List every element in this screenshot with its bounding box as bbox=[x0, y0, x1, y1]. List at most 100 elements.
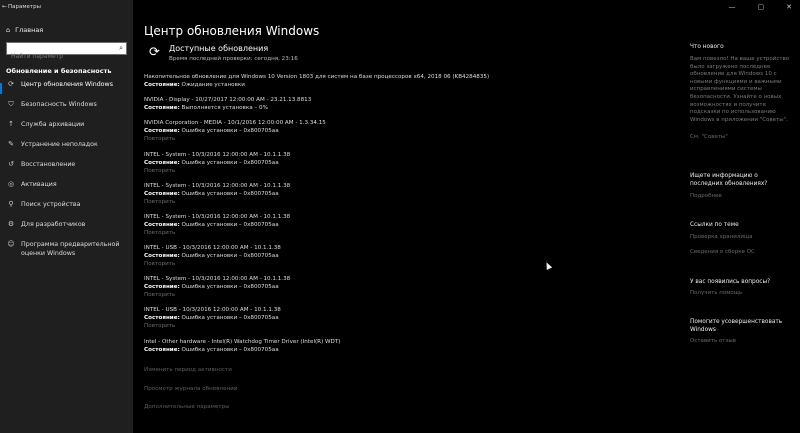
update-name: INTEL - System - 10/3/2016 12:00:00 AM -… bbox=[144, 214, 291, 220]
back-arrow-icon[interactable]: ← bbox=[2, 3, 7, 10]
update-item: Накопительное обновление для Windows 10 … bbox=[144, 73, 489, 89]
update-item: INTEL - System - 10/3/2016 12:00:00 AM -… bbox=[144, 182, 290, 207]
update-item: Intel - Other hardware - Intel(R) Watchd… bbox=[144, 338, 340, 354]
update-status: Состояние: Ошибка установки – 0x800705aa bbox=[144, 221, 290, 229]
page-title: Центр обновления Windows bbox=[144, 24, 320, 38]
retry-link[interactable]: Повторить bbox=[144, 229, 290, 237]
questions-heading: У вас появились вопросы? bbox=[690, 279, 771, 285]
minimize-icon[interactable]: — bbox=[729, 3, 736, 11]
wrench-icon: ✎ bbox=[8, 140, 14, 148]
update-name: NVIDIA - Display - 10/27/2017 12:00:00 A… bbox=[144, 97, 312, 103]
view-update-history-link[interactable]: Просмотр журнала обновлений bbox=[144, 386, 237, 392]
status-label: Состояние: bbox=[144, 191, 180, 198]
advanced-options-link[interactable]: Дополнительные параметры bbox=[144, 404, 230, 410]
sidebar-item-label: Центр обновления Windows bbox=[21, 81, 113, 88]
status-value: Ошибка установки – 0x800705aa bbox=[181, 284, 279, 291]
sidebar-item-label: Безопасность Windows bbox=[21, 101, 97, 108]
last-check-time: Время последней проверки: сегодня, 23:16 bbox=[169, 56, 298, 62]
app-title: Параметры bbox=[8, 4, 41, 10]
sidebar-item-label: Поиск устройства bbox=[21, 201, 81, 208]
sidebar-item-developers[interactable]: ⚙ Для разработчиков bbox=[0, 220, 133, 240]
retry-link[interactable]: Повторить bbox=[144, 135, 326, 143]
update-status: Состояние: Ожидание установки bbox=[144, 81, 489, 89]
update-name: Intel - Other hardware - Intel(R) Watchd… bbox=[144, 339, 341, 345]
activation-icon: ◎ bbox=[7, 180, 15, 188]
status-label: Состояние: bbox=[144, 82, 180, 89]
sidebar-item-activation[interactable]: ◎ Активация bbox=[0, 180, 133, 200]
status-heading: Доступные обновления bbox=[169, 44, 269, 53]
search-icon[interactable]: ⌕ bbox=[119, 44, 123, 53]
update-status: Состояние: Ошибка установки – 0x800705aa bbox=[144, 346, 340, 354]
sidebar-item-recovery[interactable]: ↺ Восстановление bbox=[0, 160, 133, 180]
sync-icon: ⟳ bbox=[8, 80, 14, 88]
status-value: Ошибка установки – 0x800705aa bbox=[181, 160, 279, 167]
update-item: INTEL - System - 10/3/2016 12:00:00 AM -… bbox=[144, 151, 290, 176]
retry-link[interactable]: Повторить bbox=[144, 260, 281, 268]
update-status: Состояние: Ошибка установки – 0x800705aa bbox=[144, 252, 281, 260]
update-status: Состояние: Ошибка установки – 0x800705aa bbox=[144, 314, 281, 322]
change-active-hours-link[interactable]: Изменить период активности bbox=[144, 367, 232, 373]
sidebar-item-windows-update[interactable]: ⟳ Центр обновления Windows bbox=[0, 80, 133, 100]
learn-more-link[interactable]: Подробнее bbox=[690, 193, 722, 199]
maximize-icon[interactable]: ▢ bbox=[758, 3, 765, 11]
sidebar-item-windows-security[interactable]: ⛉ Безопасность Windows bbox=[0, 100, 133, 120]
developer-icon: ⚙ bbox=[7, 220, 15, 228]
sidebar-item-label: Восстановление bbox=[21, 161, 76, 168]
insider-icon: ☺ bbox=[7, 240, 15, 248]
status-label: Состояние: bbox=[144, 284, 180, 291]
sidebar-item-label: Программа предварительной оценки Windows bbox=[21, 241, 120, 257]
search-box[interactable]: ⌕ bbox=[6, 42, 127, 62]
status-value: Ошибка установки – 0x800705aa bbox=[181, 222, 279, 229]
retry-link[interactable]: Повторить bbox=[144, 322, 281, 330]
search-input[interactable] bbox=[7, 51, 126, 62]
update-name: INTEL - System - 10/3/2016 12:00:00 AM -… bbox=[144, 152, 291, 158]
update-name: INTEL - USB - 10/3/2016 12:00:00 AM - 10… bbox=[144, 307, 281, 313]
status-label: Состояние: bbox=[144, 160, 180, 167]
update-status: Состояние: Ошибка установки – 0x800705aa bbox=[144, 127, 326, 135]
nav-list: ⟳ Центр обновления Windows ⛉ Безопасност… bbox=[0, 80, 133, 264]
sidebar-item-backup[interactable]: ↑ Служба архивации bbox=[0, 120, 133, 140]
update-item: NVIDIA Corporation - MEDIA - 10/1/2016 1… bbox=[144, 119, 326, 144]
sidebar-item-insider[interactable]: ☺ Программа предварительной оценки Windo… bbox=[0, 240, 133, 264]
sidebar-item-label: Устранение неполадок bbox=[21, 141, 98, 148]
close-icon[interactable]: ✕ bbox=[786, 3, 792, 11]
tips-link[interactable]: См. "Советы" bbox=[690, 134, 728, 140]
sidebar-item-label: Служба архивации bbox=[21, 121, 85, 128]
status-value: Ошибка установки – 0x800705aa bbox=[181, 253, 279, 260]
sidebar-item-label: Для разработчиков bbox=[21, 221, 86, 228]
update-name: INTEL - USB - 10/3/2016 12:00:00 AM - 10… bbox=[144, 245, 281, 251]
sidebar: ← Параметры ⌂ Главная ⌕ Обновление и без… bbox=[0, 0, 133, 433]
sidebar-item-find-device[interactable]: ⚲ Поиск устройства bbox=[0, 200, 133, 220]
retry-link[interactable]: Повторить bbox=[144, 198, 290, 206]
status-value: Выполняется установка – 0% bbox=[181, 105, 268, 112]
update-status: Состояние: Ошибка установки – 0x800705aa bbox=[144, 283, 290, 291]
update-item: INTEL - System - 10/3/2016 12:00:00 AM -… bbox=[144, 275, 290, 300]
get-help-link[interactable]: Получить помощь bbox=[690, 290, 742, 296]
status-label: Состояние: bbox=[144, 347, 180, 354]
update-name: NVIDIA Corporation - MEDIA - 10/1/2016 1… bbox=[144, 120, 326, 126]
status-value: Ошибка установки – 0x800705aa bbox=[181, 128, 279, 135]
retry-link[interactable]: Повторить bbox=[144, 167, 290, 175]
check-storage-link[interactable]: Проверка хранилища bbox=[690, 234, 752, 240]
status-value: Ожидание установки bbox=[181, 82, 245, 89]
status-label: Состояние: bbox=[144, 253, 180, 260]
retry-link[interactable]: Повторить bbox=[144, 291, 290, 299]
improve-windows-heading: Помогите усовершенствовать Windows bbox=[690, 319, 783, 333]
status-value: Ошибка установки – 0x800705aa bbox=[181, 191, 279, 198]
status-label: Состояние: bbox=[144, 128, 180, 135]
give-feedback-link[interactable]: Оставить отзыв bbox=[690, 338, 736, 344]
sidebar-item-label: Активация bbox=[21, 181, 57, 188]
status-label: Состояние: bbox=[144, 315, 180, 322]
sidebar-item-troubleshoot[interactable]: ✎ Устранение неполадок bbox=[0, 140, 133, 160]
mouse-cursor bbox=[543, 261, 553, 270]
update-status: Состояние: Ошибка установки – 0x800705aa bbox=[144, 159, 290, 167]
os-build-info-link[interactable]: Сведения о сборке ОС bbox=[690, 249, 755, 255]
status-value: Ошибка установки – 0x800705aa bbox=[181, 347, 279, 354]
window-controls: — ▢ ✕ bbox=[729, 3, 793, 11]
find-device-icon: ⚲ bbox=[8, 200, 14, 208]
whats-new-text: Вам повезло! На ваше устройство было заг… bbox=[690, 56, 790, 123]
nav-home[interactable]: ⌂ Главная bbox=[6, 26, 43, 34]
update-item: INTEL - USB - 10/3/2016 12:00:00 AM - 10… bbox=[144, 244, 281, 269]
update-status: Состояние: Ошибка установки – 0x800705aa bbox=[144, 190, 290, 198]
status-label: Состояние: bbox=[144, 105, 180, 112]
